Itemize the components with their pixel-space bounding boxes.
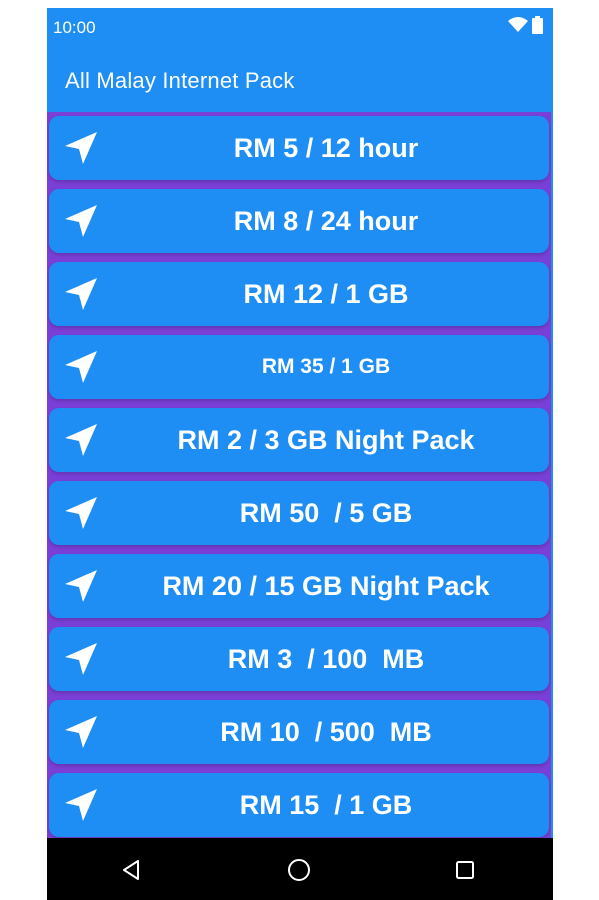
phone-screen: 10:00 All Malay Internet Pack RM 5 / 12 … — [47, 8, 553, 900]
pack-item[interactable]: RM 35 / 1 GB — [49, 335, 549, 399]
pack-label: RM 50 / 5 GB — [239, 497, 413, 528]
pack-item[interactable]: RM 12 / 1 GB — [49, 262, 549, 326]
navigation-arrow-icon — [65, 205, 97, 237]
navigation-arrow-icon — [65, 570, 97, 602]
navigation-arrow-icon — [65, 278, 97, 310]
home-icon — [288, 859, 310, 881]
navigation-arrow-icon — [65, 351, 97, 383]
pack-item[interactable]: RM 8 / 24 hour — [49, 189, 549, 253]
recents-icon — [456, 861, 474, 879]
status-icons — [508, 16, 543, 34]
navigation-arrow-icon — [65, 497, 97, 529]
pack-label: RM 20 / 15 GB Night Pack — [162, 570, 490, 601]
home-button[interactable] — [283, 854, 315, 886]
battery-icon — [532, 16, 543, 34]
pack-label: RM 8 / 24 hour — [233, 205, 419, 236]
pack-label: RM 35 / 1 GB — [261, 355, 391, 378]
navigation-arrow-icon — [65, 132, 97, 164]
navigation-arrow-icon — [65, 424, 97, 456]
back-icon — [123, 860, 139, 880]
navigation-arrow-icon — [65, 643, 97, 675]
navigation-arrow-icon — [65, 716, 97, 748]
pack-label: RM 12 / 1 GB — [243, 278, 409, 309]
status-bar: 10:00 — [47, 8, 553, 44]
recents-button[interactable] — [449, 854, 481, 886]
pack-list[interactable]: RM 5 / 12 hour RM 8 / 24 hour RM 12 / 1 … — [47, 112, 551, 838]
pack-label: RM 3 / 100 MB — [227, 643, 425, 674]
pack-item[interactable]: RM 2 / 3 GB Night Pack — [49, 408, 549, 472]
wifi-icon — [508, 17, 528, 32]
pack-label: RM 10 / 500 MB — [220, 716, 432, 747]
pack-item[interactable]: RM 50 / 5 GB — [49, 481, 549, 545]
pack-item[interactable]: RM 10 / 500 MB — [49, 700, 549, 764]
back-button[interactable] — [115, 854, 147, 886]
pack-label: RM 2 / 3 GB Night Pack — [177, 424, 475, 455]
app-title: All Malay Internet Pack — [65, 68, 295, 93]
pack-item[interactable]: RM 3 / 100 MB — [49, 627, 549, 691]
pack-item[interactable]: RM 5 / 12 hour — [49, 116, 549, 180]
app-bar: All Malay Internet Pack — [47, 44, 553, 112]
navigation-bar — [47, 838, 553, 900]
status-time: 10:00 — [53, 18, 96, 37]
pack-label: RM 5 / 12 hour — [233, 132, 419, 163]
navigation-arrow-icon — [65, 789, 97, 821]
pack-item[interactable]: RM 20 / 15 GB Night Pack — [49, 554, 549, 618]
pack-item[interactable]: RM 15 / 1 GB — [49, 773, 549, 837]
pack-label: RM 15 / 1 GB — [239, 789, 413, 820]
